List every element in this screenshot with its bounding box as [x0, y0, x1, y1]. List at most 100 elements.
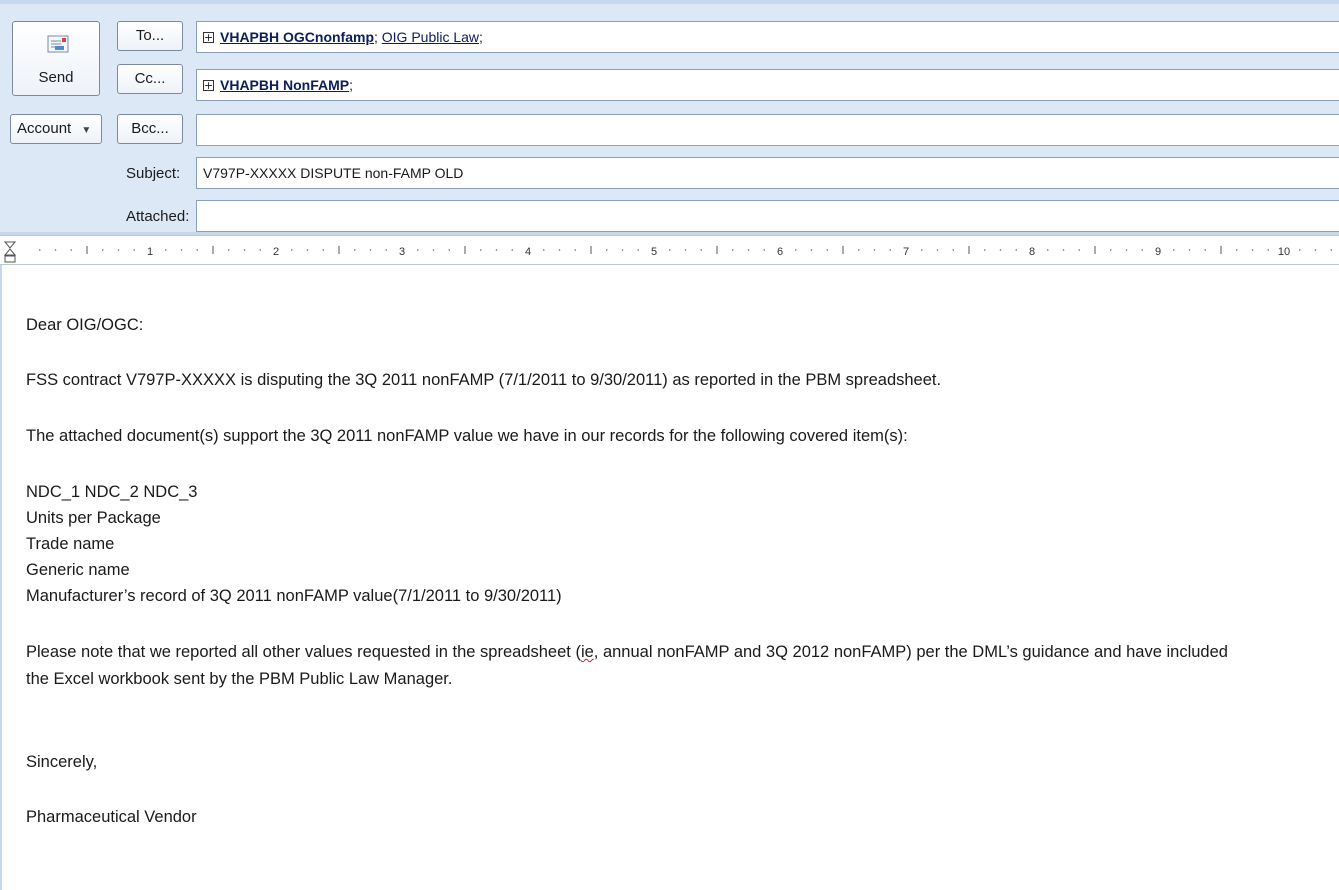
body-paragraph-3-line-2: the Excel workbook sent by the PBM Publi…	[26, 670, 453, 688]
ruler-dot	[1078, 249, 1081, 251]
ruler-dot	[1141, 249, 1144, 251]
ruler-number: 3	[399, 246, 405, 258]
expand-icon[interactable]: +	[203, 79, 214, 91]
ruler-number: 2	[273, 246, 279, 258]
send-button[interactable]: Send	[12, 21, 100, 96]
ruler-dot	[1251, 249, 1254, 251]
ruler-dot	[243, 249, 246, 251]
ruler-dot	[117, 249, 120, 251]
ruler-dot	[369, 249, 372, 251]
ruler-dot	[558, 249, 561, 251]
ruler-dot	[700, 249, 703, 251]
ruler-dot	[1235, 249, 1238, 251]
ruler-dot	[999, 249, 1002, 251]
indent-marker-icon[interactable]	[4, 241, 16, 263]
ruler-dot	[164, 249, 167, 251]
ruler-dot	[259, 249, 262, 251]
ruler-number: 1	[147, 246, 153, 258]
ruler-dot	[810, 249, 813, 251]
body-paragraph-2: The attached document(s) support the 3Q …	[26, 427, 908, 445]
message-header: Send To... Cc... Bcc... Account ▼ + VHAPB…	[0, 0, 1339, 232]
ruler-number: 4	[525, 246, 531, 258]
ruler-dot	[983, 249, 986, 251]
ruler-dot	[448, 249, 451, 251]
para3-part-a: Please note that we reported all other v…	[26, 643, 581, 661]
ruler-dot	[101, 249, 104, 251]
ruler-dot	[637, 249, 640, 251]
ruler-dot	[38, 249, 41, 251]
bcc-button[interactable]: Bcc...	[117, 114, 183, 144]
ruler-dot	[1109, 249, 1112, 251]
body-signature: Pharmaceutical Vendor	[26, 808, 197, 826]
send-label: Send	[38, 69, 74, 86]
ruler-dot	[1330, 249, 1333, 251]
ruler-dot	[889, 249, 892, 251]
item-list-entry: Trade name	[26, 535, 115, 553]
ruler-dot	[70, 249, 73, 251]
to-button[interactable]: To...	[117, 21, 183, 51]
spelling-flag[interactable]: ie	[581, 643, 594, 661]
ruler-dot	[353, 249, 356, 251]
ruler-dot	[605, 249, 608, 251]
ruler-dot	[731, 249, 734, 251]
ruler-number: 7	[903, 246, 909, 258]
ruler-dot	[511, 249, 514, 251]
subject-label: Subject:	[126, 165, 181, 182]
ruler-dot	[1267, 249, 1270, 251]
ruler-number: 10	[1278, 246, 1290, 258]
ruler-dot	[1298, 249, 1301, 251]
ruler-dot	[763, 249, 766, 251]
ruler-number: 5	[651, 246, 657, 258]
ruler-dot	[322, 249, 325, 251]
body-greeting: Dear OIG/OGC:	[26, 316, 144, 334]
ruler-dot	[1015, 249, 1018, 251]
to-field[interactable]: + VHAPBH OGCnonfamp; OIG Public Law;	[196, 21, 1339, 53]
ruler-dot	[574, 249, 577, 251]
ruler-dot	[495, 249, 498, 251]
cc-field[interactable]: + VHAPBH NonFAMP;	[196, 69, 1339, 101]
chevron-down-icon: ▼	[81, 125, 92, 136]
ruler-dot	[1046, 249, 1049, 251]
ruler-dot	[432, 249, 435, 251]
recipient-to-1[interactable]: VHAPBH OGCnonfamp	[220, 29, 374, 45]
recipient-cc-1[interactable]: VHAPBH NonFAMP	[220, 77, 349, 93]
ruler-dot	[479, 249, 482, 251]
ruler-dot	[873, 249, 876, 251]
recipient-separator: ;	[374, 29, 382, 45]
body-closing: Sincerely,	[26, 753, 98, 771]
ruler-dot	[54, 249, 57, 251]
account-button[interactable]: Account ▼	[10, 114, 102, 144]
message-body[interactable]: Dear OIG/OGC: FSS contract V797P-XXXXX i…	[0, 265, 1339, 890]
subject-field[interactable]: V797P-XXXXX DISPUTE non-FAMP OLD	[196, 157, 1339, 189]
ruler-dot	[668, 249, 671, 251]
ruler-dot	[1314, 249, 1317, 251]
cc-button[interactable]: Cc...	[117, 64, 183, 94]
bcc-field[interactable]	[196, 114, 1339, 146]
ruler[interactable]: 1 2 3 4 5 6 7 8 9 10	[0, 235, 1339, 265]
ruler-dot	[1204, 249, 1207, 251]
ruler-dot	[747, 249, 750, 251]
ruler-dot	[1188, 249, 1191, 251]
body-paragraph-3: Please note that we reported all other v…	[26, 643, 1228, 662]
ruler-dot	[936, 249, 939, 251]
ruler-dot	[133, 249, 136, 251]
ruler-dot	[227, 249, 230, 251]
ruler-dot	[290, 249, 293, 251]
ruler-number: 9	[1155, 246, 1161, 258]
ruler-dot	[952, 249, 955, 251]
ruler-dot	[684, 249, 687, 251]
expand-icon[interactable]: +	[203, 31, 214, 43]
ruler-dot	[306, 249, 309, 251]
attached-field[interactable]	[196, 200, 1339, 232]
ruler-number: 6	[777, 246, 783, 258]
ruler-dot	[1125, 249, 1128, 251]
ruler-dot	[920, 249, 923, 251]
recipient-separator: ;	[349, 77, 354, 93]
ruler-dot	[180, 249, 183, 251]
para3-part-b: , annual nonFAMP and 3Q 2012 nonFAMP) pe…	[593, 643, 1228, 661]
subject-value: V797P-XXXXX DISPUTE non-FAMP OLD	[203, 165, 464, 181]
item-list-entry: NDC_1 NDC_2 NDC_3	[26, 483, 198, 501]
recipient-to-2[interactable]: OIG Public Law	[382, 29, 479, 45]
item-list-entry: Units per Package	[26, 509, 161, 527]
ruler-scale: 1 2 3 4 5 6 7 8 9 10	[38, 246, 1333, 258]
